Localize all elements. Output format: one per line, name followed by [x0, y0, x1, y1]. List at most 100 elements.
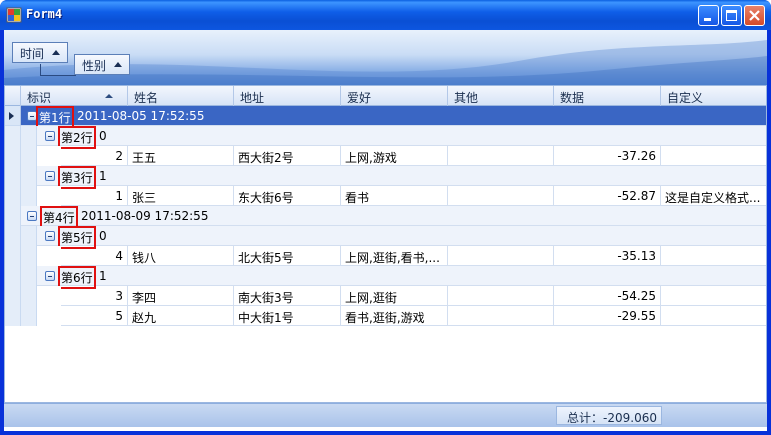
subgroup-row[interactable]: 第6行 1 [5, 266, 766, 289]
group-row-content[interactable]: 第1行 2011-08-05 17:52:55 [21, 106, 766, 129]
column-header-name-label: 姓名 [134, 91, 159, 105]
cell-id[interactable]: 3 [61, 286, 128, 306]
cell-custom[interactable] [661, 306, 766, 326]
collapse-icon[interactable] [27, 111, 37, 121]
cell-hobby[interactable]: 上网,逛街 [341, 286, 448, 306]
cell-name[interactable]: 王五 [128, 146, 234, 166]
subgroup-row[interactable]: 第3行 1 [5, 166, 766, 189]
cell-address[interactable]: 中大街1号 [234, 306, 341, 326]
cell-hobby[interactable]: 看书 [341, 186, 448, 206]
subgroup-indent [37, 306, 61, 326]
cell-custom[interactable] [661, 146, 766, 166]
group-indent [21, 266, 37, 286]
subgroup-label: 第5行 [58, 226, 96, 249]
minimize-button[interactable] [698, 5, 719, 26]
subgroup-row[interactable]: 第2行 0 [5, 126, 766, 149]
group-chip-gender[interactable]: 性别 [74, 54, 131, 75]
cell-other[interactable] [448, 186, 554, 206]
window-title: Form4 [26, 7, 63, 21]
cell-hobby[interactable]: 上网,逛街,看书,... [341, 246, 448, 266]
subgroup-row[interactable]: 第5行 0 [5, 226, 766, 249]
cell-data[interactable]: -54.25 [554, 286, 661, 306]
subgroup-row-content[interactable]: 第5行 0 [37, 226, 766, 249]
cell-other[interactable] [448, 246, 554, 266]
table-row[interactable]: 2 王五 西大街2号 上网,游戏 -37.26 [5, 146, 766, 166]
collapse-icon[interactable] [45, 171, 55, 181]
column-header-id[interactable]: 标识 [21, 86, 128, 106]
column-header-other-label: 其他 [454, 91, 479, 105]
cell-address[interactable]: 西大街2号 [234, 146, 341, 166]
group-row[interactable]: 第4行 2011-08-09 17:52:55 [5, 206, 766, 229]
cell-data[interactable]: -29.55 [554, 306, 661, 326]
column-header-address[interactable]: 地址 [234, 86, 341, 106]
cell-data[interactable]: -52.87 [554, 186, 661, 206]
cell-custom[interactable] [661, 246, 766, 266]
table-row[interactable]: 1 张三 东大街6号 看书 -52.87 这是自定义格式... [5, 186, 766, 206]
group-chip-time[interactable]: 时间 [12, 42, 69, 63]
column-header-data[interactable]: 数据 [554, 86, 661, 106]
cell-address[interactable]: 北大街5号 [234, 246, 341, 266]
cell-address[interactable]: 东大街6号 [234, 186, 341, 206]
column-header-other[interactable]: 其他 [448, 86, 554, 106]
maximize-icon [726, 10, 737, 21]
sort-ascending-icon [52, 50, 61, 55]
cell-name[interactable]: 钱八 [128, 246, 234, 266]
column-header-custom-label: 自定义 [667, 91, 704, 105]
collapse-icon[interactable] [27, 211, 37, 221]
cell-name[interactable]: 赵九 [128, 306, 234, 326]
column-header-name[interactable]: 姓名 [128, 86, 234, 106]
cell-hobby[interactable]: 看书,逛街,游戏 [341, 306, 448, 326]
collapse-icon[interactable] [45, 131, 55, 141]
subgroup-indent [37, 146, 61, 166]
group-row-content[interactable]: 第4行 2011-08-09 17:52:55 [21, 206, 766, 229]
column-header-id-label: 标识 [27, 91, 52, 105]
cell-name[interactable]: 张三 [128, 186, 234, 206]
app-icon [6, 7, 22, 23]
subgroup-label: 第3行 [58, 166, 96, 189]
subgroup-indent [37, 286, 61, 306]
group-indent [21, 126, 37, 146]
cell-id[interactable]: 5 [61, 306, 128, 326]
group-chip-gender-label: 性别 [82, 59, 107, 73]
group-row[interactable]: 第1行 2011-08-05 17:52:55 [5, 106, 766, 129]
column-header-data-label: 数据 [560, 91, 585, 105]
cell-other[interactable] [448, 146, 554, 166]
header-indicator [5, 86, 21, 106]
cell-custom[interactable] [661, 286, 766, 306]
cell-address[interactable]: 南大街3号 [234, 286, 341, 306]
title-bar[interactable]: Form4 [0, 0, 771, 30]
table-row[interactable]: 3 李四 南大街3号 上网,逛街 -54.25 [5, 286, 766, 306]
cell-id[interactable]: 1 [61, 186, 128, 206]
collapse-icon[interactable] [45, 231, 55, 241]
cell-data[interactable]: -35.13 [554, 246, 661, 266]
table-row[interactable]: 4 钱八 北大街5号 上网,逛街,看书,... -35.13 [5, 246, 766, 266]
close-icon [749, 10, 760, 21]
maximize-button[interactable] [721, 5, 742, 26]
group-chip-time-label: 时间 [20, 47, 45, 61]
cell-id[interactable]: 4 [61, 246, 128, 266]
row-indicator [5, 266, 21, 286]
subgroup-row-content[interactable]: 第3行 1 [37, 166, 766, 189]
group-connector [40, 64, 76, 76]
row-indicator [5, 206, 21, 226]
subgroup-row-content[interactable]: 第2行 0 [37, 126, 766, 149]
row-indicator [5, 306, 21, 326]
column-header-custom[interactable]: 自定义 [661, 86, 766, 106]
column-header-hobby[interactable]: 爱好 [341, 86, 448, 106]
close-button[interactable] [744, 5, 765, 26]
cell-id[interactable]: 2 [61, 146, 128, 166]
table-row[interactable]: 5 赵九 中大街1号 看书,逛街,游戏 -29.55 [5, 306, 766, 326]
cell-custom[interactable]: 这是自定义格式... [661, 186, 766, 206]
subgroup-value: 0 [99, 129, 107, 143]
data-grid[interactable]: 标识 姓名 地址 爱好 其他 数据 自定义 第1行 2011-08-05 17: [4, 85, 767, 403]
cell-other[interactable] [448, 286, 554, 306]
cell-name[interactable]: 李四 [128, 286, 234, 306]
cell-hobby[interactable]: 上网,游戏 [341, 146, 448, 166]
window-frame-bottom [0, 431, 771, 435]
cell-other[interactable] [448, 306, 554, 326]
minimize-icon [704, 18, 711, 21]
summary-total: 总计：-209.060 [556, 406, 662, 425]
subgroup-row-content[interactable]: 第6行 1 [37, 266, 766, 289]
cell-data[interactable]: -37.26 [554, 146, 661, 166]
collapse-icon[interactable] [45, 271, 55, 281]
